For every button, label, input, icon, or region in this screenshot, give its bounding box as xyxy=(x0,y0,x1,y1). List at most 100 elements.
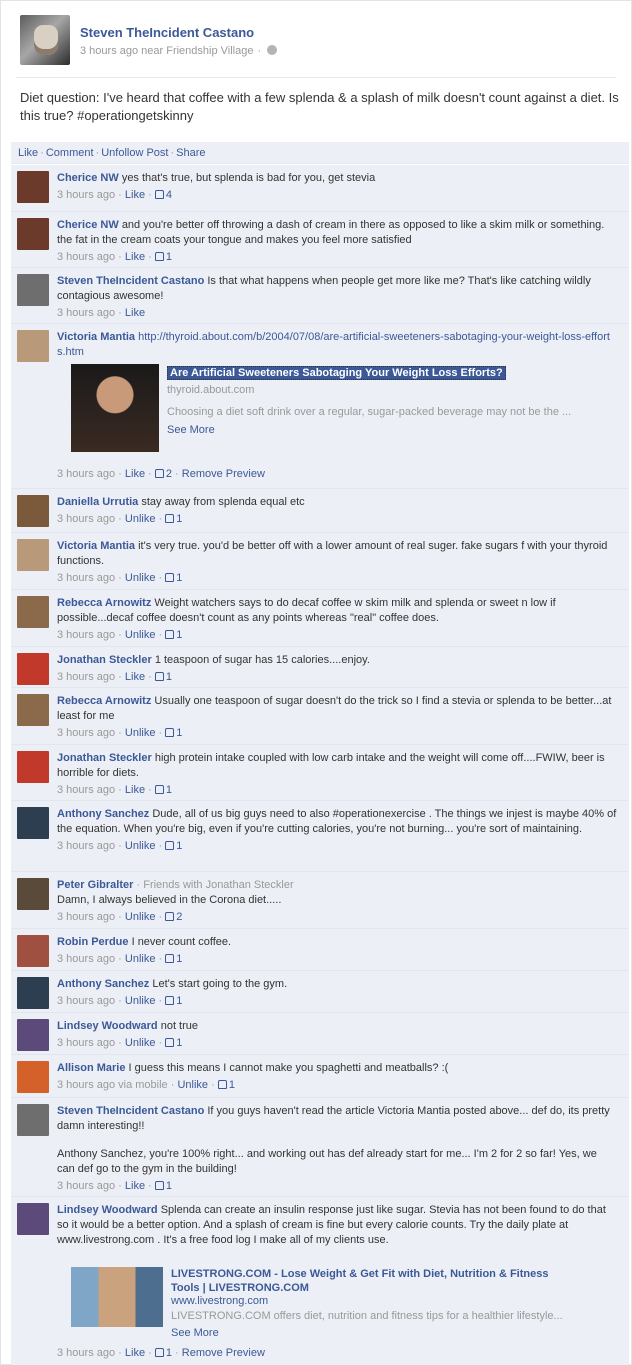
like-count[interactable]: 1 xyxy=(166,784,172,796)
share-link[interactable]: Share xyxy=(176,147,205,159)
commenter-name[interactable]: Cherice NW xyxy=(57,219,119,231)
like-link[interactable]: Like xyxy=(125,251,145,263)
commenter-name[interactable]: Jonathan Steckler xyxy=(57,654,152,666)
thumbs-up-icon xyxy=(165,728,175,737)
like-count[interactable]: 1 xyxy=(176,572,182,584)
like-count[interactable]: 2 xyxy=(176,911,182,923)
like-count[interactable]: 1 xyxy=(166,1347,172,1359)
commenter-name[interactable]: Robin Perdue xyxy=(57,936,129,948)
avatar[interactable] xyxy=(20,15,70,65)
commenter-name[interactable]: Rebecca Arnowitz xyxy=(57,695,151,707)
thumbs-up-icon xyxy=(165,841,175,850)
comment-link[interactable]: Comment xyxy=(46,147,94,159)
link-preview[interactable]: LIVESTRONG.COM - Lose Weight & Get Fit w… xyxy=(71,1267,611,1342)
like-count[interactable]: 1 xyxy=(229,1079,235,1091)
thumbs-up-icon xyxy=(154,190,164,199)
avatar[interactable] xyxy=(17,807,49,839)
thumbs-up-icon xyxy=(165,1038,175,1047)
avatar[interactable] xyxy=(17,1019,49,1051)
commenter-name[interactable]: Victoria Mantia xyxy=(57,540,135,552)
like-link[interactable]: Like xyxy=(125,189,145,201)
like-count[interactable]: 1 xyxy=(176,513,182,525)
commenter-name[interactable]: Steven TheIncident Castano xyxy=(57,275,204,287)
commenter-name[interactable]: Lindsey Woodward xyxy=(57,1020,158,1032)
like-count[interactable]: 1 xyxy=(176,727,182,739)
poster-name[interactable]: Steven TheIncident Castano xyxy=(80,25,254,40)
avatar[interactable] xyxy=(17,878,49,910)
avatar[interactable] xyxy=(17,751,49,783)
preview-thumbnail[interactable] xyxy=(71,364,159,452)
unlike-link[interactable]: Unlike xyxy=(177,1079,208,1091)
commenter-name[interactable]: Victoria Mantia xyxy=(57,331,135,343)
preview-domain: thyroid.about.com xyxy=(167,384,255,396)
like-link[interactable]: Like xyxy=(125,1180,145,1192)
avatar[interactable] xyxy=(17,171,49,203)
like-count[interactable]: 4 xyxy=(166,189,172,201)
commenter-name[interactable]: Lindsey Woodward xyxy=(57,1204,158,1216)
avatar[interactable] xyxy=(17,653,49,685)
like-link[interactable]: Like xyxy=(125,1347,145,1359)
unlike-link[interactable]: Unlike xyxy=(125,572,156,584)
preview-title[interactable]: Are Artificial Sweeteners Sabotaging You… xyxy=(167,366,506,380)
unlike-link[interactable]: Unlike xyxy=(125,953,156,965)
like-count[interactable]: 1 xyxy=(166,1180,172,1192)
preview-thumbnail[interactable] xyxy=(71,1267,163,1327)
comment-text: yes that's true, but splenda is bad for … xyxy=(121,172,376,184)
avatar[interactable] xyxy=(17,330,49,362)
like-count[interactable]: 1 xyxy=(166,671,172,683)
commenter-name[interactable]: Rebecca Arnowitz xyxy=(57,597,151,609)
like-link[interactable]: Like xyxy=(125,671,145,683)
like-count[interactable]: 2 xyxy=(166,468,172,480)
comment-meta: 3 hours ago · Unlike · 1 xyxy=(57,572,183,584)
comment-time: 3 hours ago xyxy=(57,671,116,683)
like-link[interactable]: Like xyxy=(18,147,38,159)
unlike-link[interactable]: Unlike xyxy=(125,513,156,525)
unlike-link[interactable]: Unlike xyxy=(125,840,156,852)
like-count[interactable]: 1 xyxy=(176,995,182,1007)
avatar[interactable] xyxy=(17,1104,49,1136)
commenter-name[interactable]: Anthony Sanchez xyxy=(57,978,149,990)
link-preview[interactable]: Are Artificial Sweeteners Sabotaging You… xyxy=(71,364,611,460)
comment-link-url[interactable]: http://thyroid.about.com/b/2004/07/08/ar… xyxy=(57,331,610,358)
avatar[interactable] xyxy=(17,1061,49,1093)
unlike-link[interactable]: Unlike xyxy=(125,727,156,739)
avatar[interactable] xyxy=(17,935,49,967)
globe-icon[interactable] xyxy=(267,45,278,55)
unlike-link[interactable]: Unlike xyxy=(125,995,156,1007)
like-count[interactable]: 1 xyxy=(176,953,182,965)
comment-time: 3 hours ago xyxy=(57,840,116,852)
commenter-name[interactable]: Allison Marie xyxy=(57,1062,125,1074)
thumbs-up-icon xyxy=(154,785,164,794)
like-link[interactable]: Like xyxy=(125,307,145,319)
unfollow-post-link[interactable]: Unfollow Post xyxy=(101,147,168,159)
avatar[interactable] xyxy=(17,1203,49,1235)
unlike-link[interactable]: Unlike xyxy=(125,629,156,641)
avatar[interactable] xyxy=(17,596,49,628)
unlike-link[interactable]: Unlike xyxy=(125,1037,156,1049)
avatar[interactable] xyxy=(17,274,49,306)
preview-domain[interactable]: www.livestrong.com xyxy=(171,1295,268,1307)
like-link[interactable]: Like xyxy=(125,784,145,796)
commenter-name[interactable]: Steven TheIncident Castano xyxy=(57,1105,204,1117)
commenter-name[interactable]: Daniella Urrutia xyxy=(57,496,138,508)
avatar[interactable] xyxy=(17,218,49,250)
avatar[interactable] xyxy=(17,977,49,1009)
avatar[interactable] xyxy=(17,539,49,571)
avatar[interactable] xyxy=(17,495,49,527)
preview-title[interactable]: LIVESTRONG.COM - Lose Weight & Get Fit w… xyxy=(171,1267,571,1295)
remove-preview-link[interactable]: Remove Preview xyxy=(182,468,265,480)
commenter-name[interactable]: Anthony Sanchez xyxy=(57,808,149,820)
avatar[interactable] xyxy=(17,694,49,726)
like-count[interactable]: 1 xyxy=(176,840,182,852)
see-more-link[interactable]: See More xyxy=(167,424,215,436)
commenter-name[interactable]: Cherice NW xyxy=(57,172,119,184)
commenter-name[interactable]: Peter Gibralter xyxy=(57,879,133,891)
see-more-link[interactable]: See More xyxy=(171,1327,219,1339)
like-link[interactable]: Like xyxy=(125,468,145,480)
like-count[interactable]: 1 xyxy=(166,251,172,263)
remove-preview-link[interactable]: Remove Preview xyxy=(182,1347,265,1359)
commenter-name[interactable]: Jonathan Steckler xyxy=(57,752,152,764)
like-count[interactable]: 1 xyxy=(176,629,182,641)
like-count[interactable]: 1 xyxy=(176,1037,182,1049)
unlike-link[interactable]: Unlike xyxy=(125,911,156,923)
